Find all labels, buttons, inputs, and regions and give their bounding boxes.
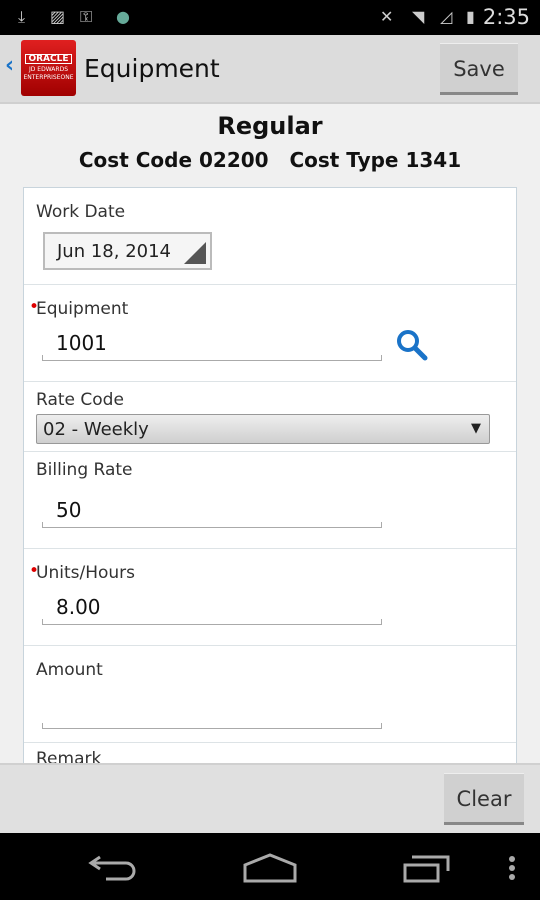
download-icon: ⤓ <box>18 7 26 26</box>
mute-icon: ✕ <box>380 7 394 26</box>
rate-code-select[interactable]: 02 - Weekly ▼ <box>36 414 490 444</box>
equipment-label-text: Equipment <box>36 299 129 319</box>
units-hours-label: • Units/Hours <box>29 561 135 583</box>
work-date-picker[interactable]: Jun 18, 2014 <box>43 232 212 270</box>
key-icon: ⚿ <box>80 7 93 26</box>
rate-code-label: Rate Code <box>36 390 124 410</box>
equipment-label: • Equipment <box>29 297 129 319</box>
home-icon[interactable] <box>242 853 298 883</box>
wifi-icon: ◥ <box>412 7 425 26</box>
billing-rate-input[interactable]: 50 <box>42 492 382 528</box>
action-bar: ‹ ORACLE JD EDWARDS ENTERPRISEONE Equipmen… <box>0 35 540 104</box>
units-hours-label-text: Units/Hours <box>36 563 135 583</box>
amount-input[interactable] <box>42 693 382 729</box>
form-card: Work Date Jun 18, 2014 • Equipment 1001 R… <box>23 187 517 787</box>
recent-apps-icon[interactable] <box>402 853 452 883</box>
units-hours-row: • Units/Hours 8.00 <box>24 549 516 646</box>
cost-info: Cost Code 02200 Cost Type 1341 <box>0 148 540 172</box>
navigation-bar <box>0 833 540 900</box>
work-date-label: Work Date <box>36 202 126 222</box>
overflow-menu-icon[interactable] <box>506 855 518 885</box>
oracle-logo[interactable]: ORACLE JD EDWARDS ENTERPRISEONE <box>21 40 76 96</box>
equipment-row: • Equipment 1001 <box>24 285 516 382</box>
signal-icon: ◿ <box>440 7 453 26</box>
page-title: Equipment <box>84 54 220 83</box>
rate-code-value: 02 - Weekly <box>43 419 149 440</box>
units-hours-input[interactable]: 8.00 <box>42 589 382 625</box>
work-date-value: Jun 18, 2014 <box>57 241 172 262</box>
status-bar: ⤓ ▨ ⚿ ● ✕ ◥ ◿ ▮ 2:35 <box>0 0 540 35</box>
amount-row: Amount <box>24 646 516 743</box>
amount-label: Amount <box>36 660 103 680</box>
clock: 2:35 <box>482 5 530 29</box>
required-marker: • <box>29 297 40 317</box>
globe-icon: ● <box>116 7 130 26</box>
required-marker: • <box>29 561 40 581</box>
billing-rate-row: Billing Rate 50 <box>24 452 516 549</box>
work-date-row: Work Date Jun 18, 2014 <box>24 188 516 285</box>
equipment-input[interactable]: 1001 <box>42 325 382 361</box>
save-button[interactable]: Save <box>440 43 518 95</box>
billing-rate-label: Billing Rate <box>36 460 133 480</box>
search-icon[interactable] <box>394 327 430 363</box>
section-heading: Regular <box>217 112 323 140</box>
back-icon[interactable] <box>88 853 138 883</box>
cost-type: Cost Type 1341 <box>289 148 462 172</box>
caret-down-icon: ▼ <box>471 421 481 436</box>
rate-code-row: Rate Code 02 - Weekly ▼ <box>24 382 516 452</box>
clear-button[interactable]: Clear <box>444 773 524 825</box>
battery-icon: ▮ <box>466 7 475 26</box>
dropdown-corner-icon <box>184 242 206 264</box>
image-icon: ▨ <box>50 7 66 26</box>
bottom-action-bar: Clear <box>0 763 540 833</box>
chevron-left-icon[interactable]: ‹ <box>5 53 14 78</box>
cost-code: Cost Code 02200 <box>78 148 269 172</box>
